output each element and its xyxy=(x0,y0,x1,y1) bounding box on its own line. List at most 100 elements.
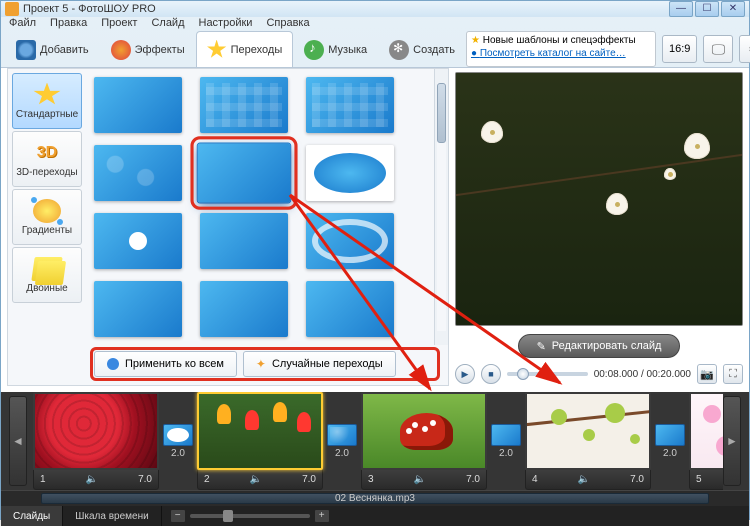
edit-slide-button[interactable]: Редактировать слайд xyxy=(518,334,681,358)
category-double[interactable]: Двойные xyxy=(12,247,82,303)
transition-thumb-selected[interactable] xyxy=(198,144,290,203)
preview-viewport xyxy=(455,72,743,326)
tab-create-label: Создать xyxy=(413,44,455,56)
transition-slot-1[interactable] xyxy=(163,424,193,446)
tab-add[interactable]: Добавить xyxy=(5,31,100,67)
transition-thumb[interactable] xyxy=(200,77,288,133)
transition-thumb[interactable] xyxy=(306,77,394,133)
aspect-ratio-button[interactable]: 16:9 xyxy=(662,35,697,63)
slide-thumb-4[interactable] xyxy=(525,392,651,470)
slide-thumb-1[interactable] xyxy=(33,392,159,470)
random-transitions-button[interactable]: Случайные переходы xyxy=(243,351,396,377)
slide-number: 4 xyxy=(532,474,538,485)
stop-button[interactable]: ■ xyxy=(481,364,501,384)
minimize-button[interactable]: — xyxy=(669,1,693,17)
play-button[interactable]: ▶ xyxy=(455,364,475,384)
film-icon xyxy=(389,40,409,60)
seek-knob[interactable] xyxy=(517,368,529,380)
tab-transitions[interactable]: Переходы xyxy=(196,31,294,67)
window-title: Проект 5 - ФотоШОУ PRO xyxy=(23,3,156,15)
transition-duration: 2.0 xyxy=(499,448,513,459)
slide-duration: 7.0 xyxy=(138,474,152,485)
category-gradients-label: Градиенты xyxy=(22,225,72,236)
app-icon xyxy=(5,2,19,16)
slide-thumb-5[interactable] xyxy=(689,392,723,470)
transition-thumb[interactable] xyxy=(94,213,182,269)
sound-icon[interactable] xyxy=(86,474,98,485)
maximize-button[interactable]: ☐ xyxy=(695,1,719,17)
transition-slot-3[interactable] xyxy=(491,424,521,446)
transition-thumb[interactable] xyxy=(94,145,182,201)
transition-slot-2[interactable] xyxy=(327,424,357,446)
star-icon xyxy=(207,40,227,60)
tab-slides-view[interactable]: Слайды xyxy=(1,506,63,526)
slide-duration: 7.0 xyxy=(302,474,316,485)
gradient-icon xyxy=(33,199,61,223)
transition-duration: 2.0 xyxy=(663,448,677,459)
wand-icon xyxy=(256,357,266,371)
transition-slot-4[interactable] xyxy=(655,424,685,446)
scrollbar-thumb[interactable] xyxy=(437,83,446,143)
category-gradients[interactable]: Градиенты xyxy=(12,189,82,245)
titlebar: Проект 5 - ФотоШОУ PRO — ☐ ✕ xyxy=(1,1,749,17)
menu-project[interactable]: Проект xyxy=(101,17,137,29)
double-icon xyxy=(31,257,62,281)
tab-transitions-label: Переходы xyxy=(231,44,283,56)
timeline-tabs: Слайды Шкала времени − + xyxy=(1,506,749,526)
slide-number: 1 xyxy=(40,474,46,485)
fullscreen-button[interactable]: ⛶ xyxy=(723,364,743,384)
tab-timescale-view[interactable]: Шкала времени xyxy=(63,506,161,526)
sound-icon[interactable] xyxy=(578,474,590,485)
timeline-prev-button[interactable]: ◄ xyxy=(9,396,27,486)
transitions-panel: Стандартные 3D 3D-переходы Градиенты Двой… xyxy=(7,68,449,386)
palette-icon xyxy=(111,40,131,60)
grid-scrollbar[interactable] xyxy=(434,69,448,345)
transition-thumb[interactable] xyxy=(306,213,394,269)
tab-music[interactable]: Музыка xyxy=(293,31,378,67)
timeline-next-button[interactable]: ► xyxy=(723,396,741,486)
slide-thumb-2[interactable] xyxy=(197,392,323,470)
menu-help[interactable]: Справка xyxy=(266,17,309,29)
category-standard[interactable]: Стандартные xyxy=(12,73,82,129)
display-settings-button[interactable]: 🖵 xyxy=(703,35,733,63)
announce-link[interactable]: Посмотреть каталог на сайте… xyxy=(471,47,651,60)
tab-effects[interactable]: Эффекты xyxy=(100,31,196,67)
category-3d[interactable]: 3D 3D-переходы xyxy=(12,131,82,187)
transition-thumb[interactable] xyxy=(94,281,182,337)
threed-icon: 3D xyxy=(33,141,61,165)
transition-thumb[interactable] xyxy=(306,145,394,201)
snapshot-button[interactable]: 📷 xyxy=(697,364,717,384)
zoom-track[interactable] xyxy=(190,514,310,518)
audio-track[interactable]: 02 Веснянка.mp3 xyxy=(1,490,749,506)
menu-file[interactable]: Файл xyxy=(9,17,36,29)
slide-thumb-3[interactable] xyxy=(361,392,487,470)
time-display: 00:08.000 / 00:20.000 xyxy=(594,369,691,380)
camera-icon xyxy=(16,40,36,60)
transition-thumb[interactable] xyxy=(200,281,288,337)
transition-thumb[interactable] xyxy=(94,77,182,133)
close-button[interactable]: ✕ xyxy=(721,1,745,17)
transport-bar: ▶ ■ 00:08.000 / 00:20.000 📷 ⛶ xyxy=(455,362,743,386)
slide-number: 2 xyxy=(204,474,210,485)
menu-slide[interactable]: Слайд xyxy=(151,17,184,29)
music-icon xyxy=(304,40,324,60)
menu-edit[interactable]: Правка xyxy=(50,17,87,29)
settings-button[interactable]: ⚙ xyxy=(739,35,750,63)
slide-number: 3 xyxy=(368,474,374,485)
zoom-knob[interactable] xyxy=(223,510,233,522)
transition-thumb[interactable] xyxy=(200,213,288,269)
transition-thumb[interactable] xyxy=(306,281,394,337)
transition-duration: 2.0 xyxy=(335,448,349,459)
tab-create[interactable]: Создать xyxy=(378,31,466,67)
zoom-in-button[interactable]: + xyxy=(314,509,330,523)
category-3d-label: 3D-переходы xyxy=(16,167,77,178)
tab-music-label: Музыка xyxy=(328,44,367,56)
sound-icon[interactable] xyxy=(414,474,426,485)
menu-settings[interactable]: Настройки xyxy=(199,17,253,29)
zoom-out-button[interactable]: − xyxy=(170,509,186,523)
sound-icon[interactable] xyxy=(250,474,262,485)
tab-add-label: Добавить xyxy=(40,44,89,56)
apply-all-button[interactable]: Применить ко всем xyxy=(94,351,237,377)
seek-track[interactable] xyxy=(507,372,588,376)
announce-line1: Новые шаблоны и спецэффекты xyxy=(471,34,651,47)
